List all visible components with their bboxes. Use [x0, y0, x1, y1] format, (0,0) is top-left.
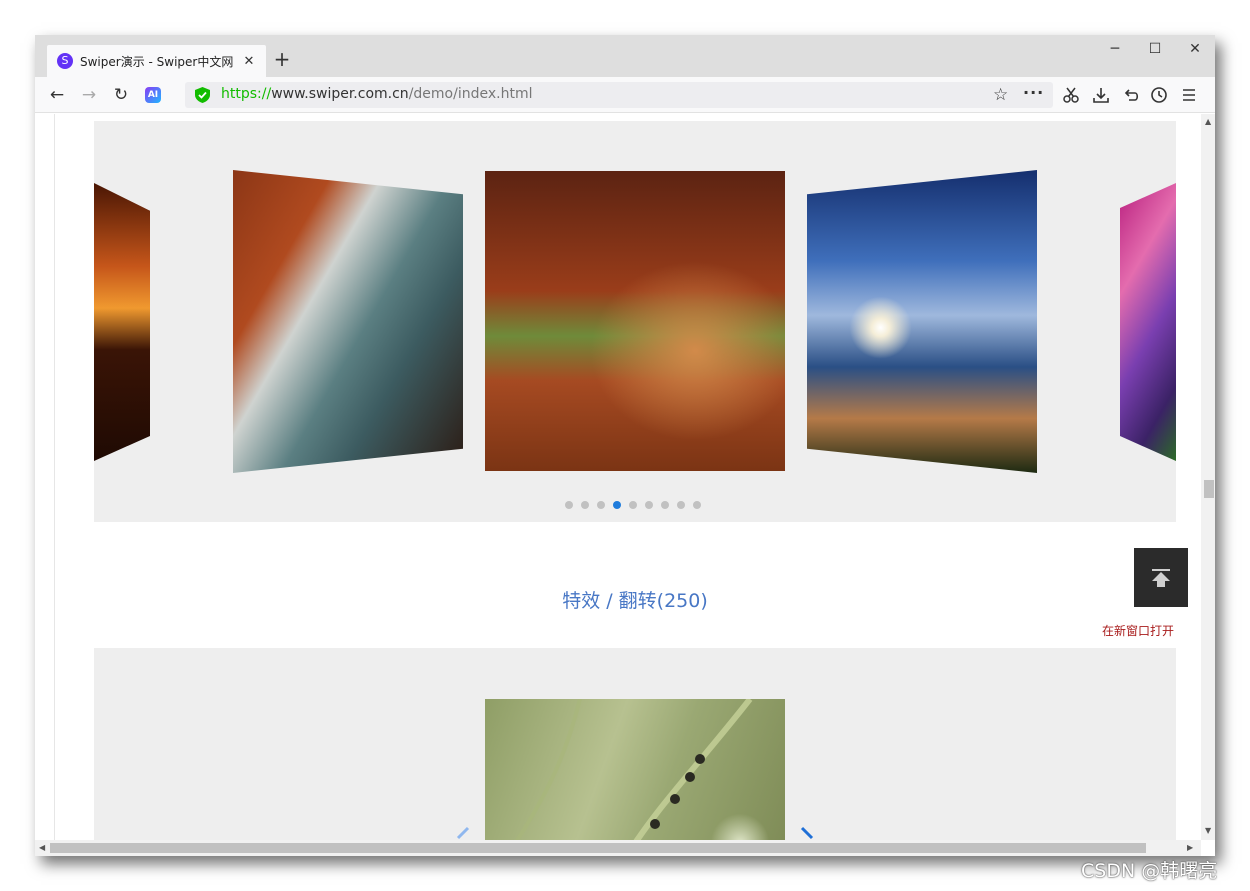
close-window-button[interactable]: ✕: [1183, 41, 1207, 61]
rocky-coast-slide[interactable]: [233, 170, 463, 473]
page-viewport: 特效 / 翻转(250) 在新窗口打开: [35, 114, 1201, 840]
section-title[interactable]: 特效 / 翻转(250): [35, 586, 1201, 613]
vertical-scroll-thumb[interactable]: [1204, 480, 1214, 498]
horizontal-scrollbar[interactable]: ◀ ▶: [35, 840, 1201, 856]
next-arrow-icon[interactable]: [800, 826, 816, 840]
scroll-up-arrow-icon[interactable]: ▲: [1205, 117, 1211, 126]
bookmark-star-icon[interactable]: ☆: [993, 85, 1008, 105]
page-left-border: [54, 114, 55, 840]
open-in-new-window-link[interactable]: 在新窗口打开: [1102, 622, 1174, 639]
ai-extension-icon[interactable]: AI: [145, 87, 161, 103]
maximize-button[interactable]: ☐: [1143, 41, 1167, 61]
tab-strip: S Swiper演示 - Swiper中文网 ✕ + ─ ☐ ✕: [35, 35, 1215, 77]
pagination-dot[interactable]: [597, 501, 605, 509]
palm-beach-slide[interactable]: [807, 170, 1037, 473]
scroll-right-arrow-icon[interactable]: ▶: [1187, 843, 1193, 852]
vertical-scrollbar[interactable]: ▲ ▼: [1201, 114, 1215, 840]
autumn-trees-slide[interactable]: [485, 171, 785, 471]
coverflow-swiper[interactable]: [94, 121, 1176, 522]
pagination-dot[interactable]: [661, 501, 669, 509]
scroll-down-arrow-icon[interactable]: ▼: [1205, 826, 1211, 835]
url-host: www.swiper.com.cn: [271, 86, 409, 102]
csdn-watermark: CSDN @韩曙亮: [1081, 860, 1218, 882]
minimize-button[interactable]: ─: [1103, 41, 1127, 61]
tab-title: Swiper演示 - Swiper中文网: [80, 54, 234, 69]
url-protocol: https://: [221, 86, 272, 102]
scroll-left-arrow-icon[interactable]: ◀: [39, 843, 45, 852]
download-icon[interactable]: [1092, 86, 1110, 104]
horizontal-scroll-thumb[interactable]: [50, 843, 1146, 853]
sunset-lake-slide[interactable]: [94, 183, 150, 461]
menu-icon[interactable]: [1180, 86, 1198, 104]
page-actions-icon[interactable]: ···: [1023, 83, 1044, 102]
pagination-dot[interactable]: [677, 501, 685, 509]
url-path: /demo/index.html: [408, 86, 533, 102]
pagination-dot[interactable]: [581, 501, 589, 509]
browser-window: S Swiper演示 - Swiper中文网 ✕ + ─ ☐ ✕ ← → ↻ A…: [35, 35, 1215, 856]
close-tab-icon[interactable]: ✕: [242, 54, 256, 69]
pagination-dot[interactable]: [693, 501, 701, 509]
history-icon[interactable]: [1150, 86, 1168, 104]
navigation-toolbar: ← → ↻ AI https://www.swiper.com.cn/demo/…: [35, 77, 1215, 113]
address-bar[interactable]: https://www.swiper.com.cn/demo/index.htm…: [185, 82, 1053, 108]
prev-arrow-icon[interactable]: [454, 826, 470, 840]
swiper-pagination: [565, 501, 701, 509]
pagination-dot-active[interactable]: [613, 501, 621, 509]
pagination-dot[interactable]: [565, 501, 573, 509]
tab-swiper-demo[interactable]: S Swiper演示 - Swiper中文网 ✕: [47, 45, 266, 77]
arrow-up-icon: [1152, 569, 1170, 587]
undo-icon[interactable]: [1122, 86, 1140, 104]
reload-button[interactable]: ↻: [110, 84, 132, 106]
grass-ants-slide[interactable]: [485, 699, 785, 840]
new-tab-button[interactable]: +: [272, 49, 292, 69]
swiper-favicon-icon: S: [57, 53, 73, 69]
pagination-dot[interactable]: [645, 501, 653, 509]
forward-button[interactable]: →: [78, 84, 100, 106]
back-button[interactable]: ←: [46, 84, 68, 106]
shield-icon: [195, 87, 210, 103]
ants-on-stem-graphic: [515, 699, 753, 840]
back-to-top-button[interactable]: [1134, 548, 1188, 607]
flip-swiper[interactable]: [94, 648, 1176, 840]
pagination-dot[interactable]: [629, 501, 637, 509]
url-text[interactable]: https://www.swiper.com.cn/demo/index.htm…: [221, 86, 532, 102]
pansy-flower-slide[interactable]: [1120, 183, 1176, 461]
scissors-icon[interactable]: [1062, 86, 1080, 104]
